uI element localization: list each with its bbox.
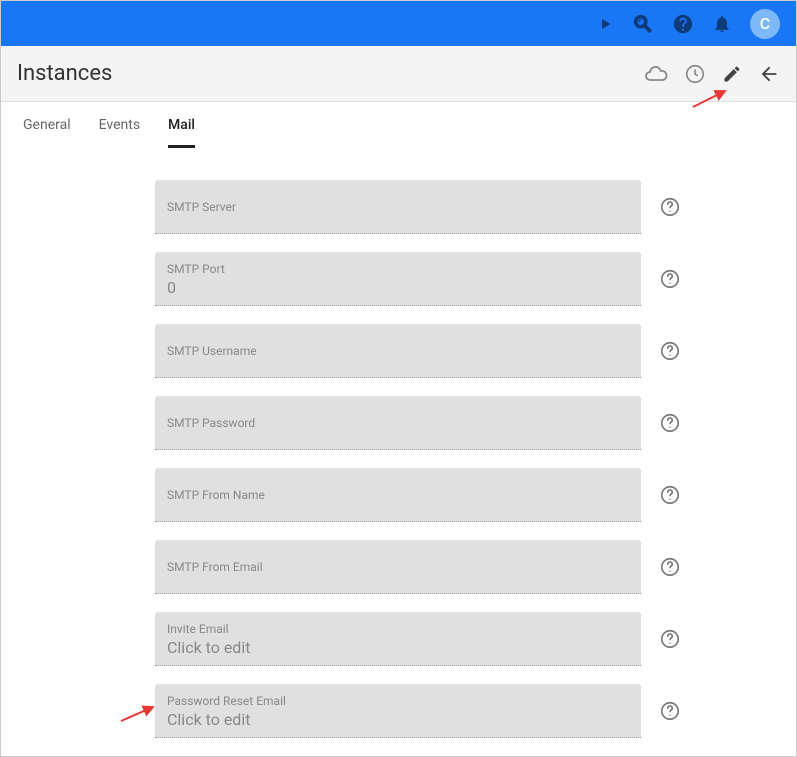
clock-icon[interactable]	[684, 63, 706, 85]
field-row-smtp-from-email: SMTP From Email	[1, 540, 796, 594]
top-bar: C	[1, 1, 796, 46]
field-value: Click to edit	[167, 638, 629, 659]
page-title: Instances	[17, 61, 112, 86]
back-arrow-icon[interactable]	[758, 63, 780, 85]
tabs: General Events Mail	[1, 102, 796, 150]
tab-mail[interactable]: Mail	[168, 103, 195, 148]
field-label: Invite Email	[167, 621, 629, 638]
field-help-icon[interactable]	[659, 556, 681, 578]
form-area: SMTP Server SMTP Port 0 SMTP Username SM…	[1, 150, 796, 738]
field-label: Password Reset Email	[167, 693, 629, 710]
invite-email-field[interactable]: Invite Email Click to edit	[155, 612, 641, 666]
smtp-from-name-field[interactable]: SMTP From Name	[155, 468, 641, 522]
field-value: Click to edit	[167, 710, 629, 731]
field-row-smtp-port: SMTP Port 0	[1, 252, 796, 306]
field-label: SMTP Password	[167, 415, 629, 432]
edit-icon[interactable]	[722, 64, 742, 84]
tab-events[interactable]: Events	[99, 103, 140, 148]
field-row-smtp-password: SMTP Password	[1, 396, 796, 450]
field-help-icon[interactable]	[659, 412, 681, 434]
field-help-icon[interactable]	[659, 484, 681, 506]
smtp-port-field[interactable]: SMTP Port 0	[155, 252, 641, 306]
cloud-icon[interactable]	[644, 62, 668, 86]
field-help-icon[interactable]	[659, 700, 681, 722]
smtp-password-field[interactable]: SMTP Password	[155, 396, 641, 450]
field-label: SMTP Username	[167, 343, 629, 360]
field-label: SMTP Port	[167, 261, 629, 278]
avatar-initial: C	[760, 14, 770, 33]
sub-header: Instances	[1, 46, 796, 102]
header-actions	[644, 62, 780, 86]
help-icon[interactable]	[672, 13, 694, 35]
field-row-smtp-server: SMTP Server	[1, 180, 796, 234]
field-help-icon[interactable]	[659, 268, 681, 290]
field-row-password-reset-email: Password Reset Email Click to edit	[1, 684, 796, 738]
field-label: SMTP From Name	[167, 487, 629, 504]
avatar[interactable]: C	[750, 9, 780, 39]
field-label: SMTP Server	[167, 199, 629, 216]
field-value: 0	[167, 278, 629, 299]
field-help-icon[interactable]	[659, 340, 681, 362]
tab-general[interactable]: General	[23, 103, 71, 148]
password-reset-email-field[interactable]: Password Reset Email Click to edit	[155, 684, 641, 738]
field-help-icon[interactable]	[659, 628, 681, 650]
play-icon[interactable]	[596, 15, 614, 33]
field-row-invite-email: Invite Email Click to edit	[1, 612, 796, 666]
field-label: SMTP From Email	[167, 559, 629, 576]
bell-icon[interactable]	[712, 14, 732, 34]
smtp-username-field[interactable]: SMTP Username	[155, 324, 641, 378]
field-row-smtp-username: SMTP Username	[1, 324, 796, 378]
search-icon[interactable]	[632, 13, 654, 35]
smtp-from-email-field[interactable]: SMTP From Email	[155, 540, 641, 594]
field-row-smtp-from-name: SMTP From Name	[1, 468, 796, 522]
smtp-server-field[interactable]: SMTP Server	[155, 180, 641, 234]
field-help-icon[interactable]	[659, 196, 681, 218]
